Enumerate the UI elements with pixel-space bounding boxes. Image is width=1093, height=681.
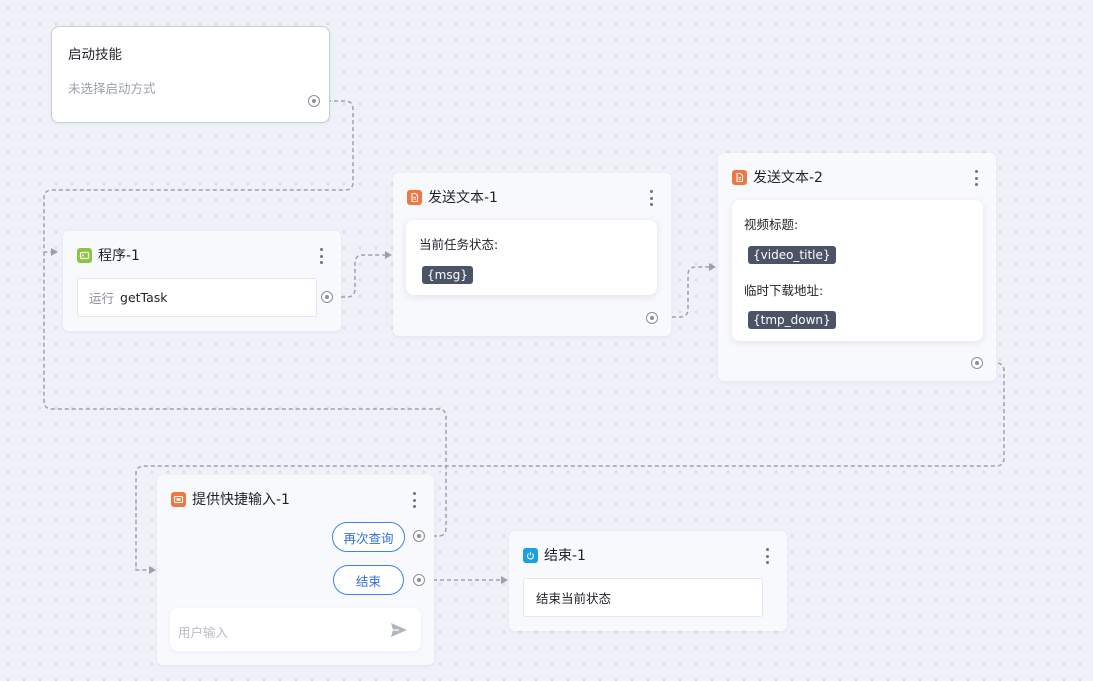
send-text-2-node[interactable]: 发送文本-2 视频标题: {video_title} 临时下载地址: {tmp_…: [718, 153, 996, 381]
start-skill-node[interactable]: 启动技能 未选择启动方式: [51, 26, 330, 123]
send-icon[interactable]: [389, 620, 409, 640]
program-task-name: getTask: [120, 290, 168, 305]
requery-output-port[interactable]: [413, 530, 425, 542]
send2-output-port[interactable]: [971, 357, 983, 369]
flow-canvas[interactable]: 启动技能 未选择启动方式 程序-1 运行 getTask 发送文本-1 当前任务…: [0, 0, 1093, 681]
user-input-placeholder: 用户输入: [178, 625, 229, 640]
send1-label: 当前任务状态:: [419, 237, 499, 252]
send2-var-tmp-down: {tmp_down}: [748, 311, 836, 329]
send1-more-icon[interactable]: [645, 189, 657, 207]
send2-content-card[interactable]: 视频标题: {video_title} 临时下载地址: {tmp_down}: [732, 200, 983, 341]
end-content-box: 结束当前状态: [523, 578, 763, 617]
program-title: 程序-1: [98, 248, 140, 264]
send2-var-video-title: {video_title}: [748, 246, 836, 264]
user-input-box[interactable]: 用户输入: [170, 608, 421, 651]
send2-label-title: 视频标题:: [744, 217, 799, 232]
end-body-text: 结束当前状态: [536, 591, 612, 606]
end-output-port[interactable]: [413, 574, 425, 586]
arrow-send2: [709, 263, 716, 271]
arrow-end: [501, 576, 508, 584]
arrow-quick: [149, 566, 156, 574]
power-icon: [523, 547, 538, 563]
arrow-program: [51, 248, 58, 256]
send1-output-port[interactable]: [646, 312, 658, 324]
end-more-icon[interactable]: [761, 547, 773, 565]
send1-var-tag: {msg}: [422, 266, 473, 284]
program-run-label: 运行: [89, 291, 115, 306]
end-button[interactable]: 结束: [333, 565, 404, 595]
edge-start-program: [43, 100, 354, 253]
code-icon: [77, 247, 92, 263]
quick-more-icon[interactable]: [408, 491, 420, 509]
program-more-icon[interactable]: [315, 247, 327, 265]
start-output-port[interactable]: [308, 95, 320, 107]
document-icon: [732, 169, 747, 185]
requery-button[interactable]: 再次查询: [332, 522, 405, 552]
program-output-port[interactable]: [321, 291, 333, 303]
quick-title: 提供快捷输入-1: [192, 492, 290, 508]
arrow-send1: [385, 251, 392, 259]
send2-more-icon[interactable]: [970, 169, 982, 187]
end-title: 结束-1: [544, 548, 586, 564]
send2-label-download: 临时下载地址:: [744, 283, 824, 298]
send1-content-card[interactable]: 当前任务状态: {msg}: [406, 220, 657, 295]
start-title: 启动技能: [68, 47, 122, 63]
input-icon: [171, 491, 186, 507]
program-node[interactable]: 程序-1 运行 getTask: [63, 231, 341, 331]
send-text-1-node[interactable]: 发送文本-1 当前任务状态: {msg}: [393, 173, 671, 336]
program-task-box[interactable]: 运行 getTask: [77, 278, 317, 317]
edge-program-send1: [334, 254, 386, 298]
send1-title: 发送文本-1: [428, 190, 498, 206]
quick-input-node[interactable]: 提供快捷输入-1 再次查询 结束 用户输入: [157, 475, 434, 665]
start-subtitle: 未选择启动方式: [68, 81, 156, 96]
end-node[interactable]: 结束-1 结束当前状态: [509, 531, 787, 631]
send2-title: 发送文本-2: [753, 170, 823, 186]
document-icon: [407, 189, 422, 205]
